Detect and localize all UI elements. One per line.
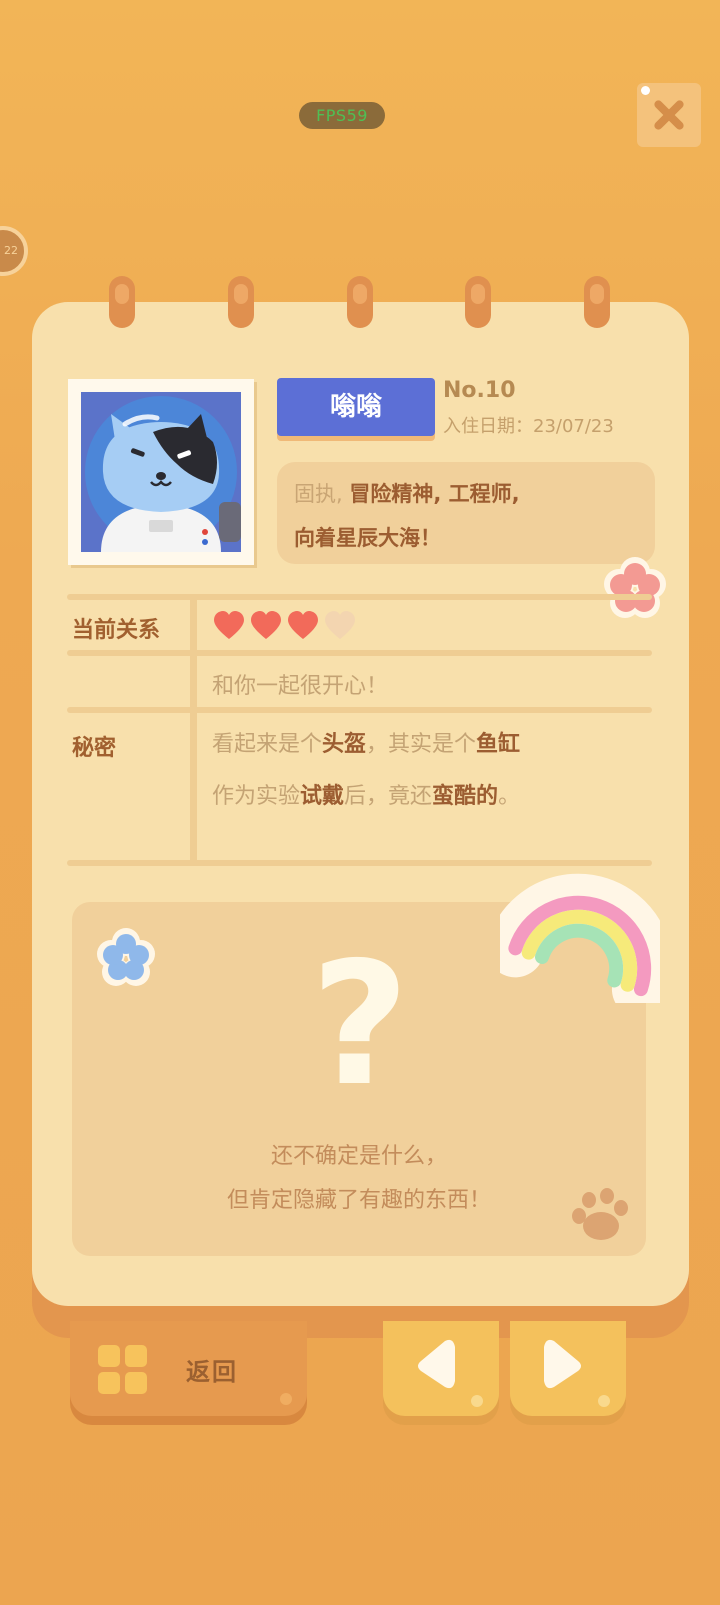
cat-number: No.10 (443, 378, 516, 403)
motto-line: 向着星辰大海！ (294, 526, 441, 550)
secret-label: 秘密 (72, 736, 117, 761)
close-button-highlight (641, 86, 650, 95)
secret-line-2: 作为实验试戴后，竟还蛮酷的。 (212, 784, 521, 809)
mystery-line-2: 但肯定隐藏了有趣的东西！ (226, 1188, 491, 1213)
binder-ring (228, 276, 254, 328)
heart-empty-icon (325, 611, 355, 639)
cat-name-tag: 嗡嗡 (277, 378, 435, 436)
table-divider (67, 860, 652, 866)
cat-portrait (81, 392, 241, 552)
table-column-divider (190, 596, 197, 861)
question-mark: ? (310, 926, 410, 1124)
binder-ring (584, 276, 610, 328)
next-button[interactable] (510, 1321, 626, 1416)
prev-button[interactable] (383, 1321, 499, 1416)
secret-line-1: 看起来是个头盔，其实是个鱼缸 (212, 732, 521, 757)
side-badge[interactable]: 22 (0, 226, 28, 276)
heart-filled-icon (251, 611, 281, 639)
table-divider (67, 707, 652, 713)
back-button-label: 返回 (186, 1358, 238, 1386)
relationship-hearts (212, 611, 362, 641)
binder-ring (109, 276, 135, 328)
relation-label: 当前关系 (72, 618, 161, 643)
grid-icon (98, 1345, 149, 1396)
traits-line: 固执, 冒险精神, 工程师, (294, 482, 520, 506)
table-divider (67, 650, 652, 656)
paw-print-icon (565, 1186, 631, 1246)
fps-counter: FPS59 (299, 102, 385, 129)
mystery-line-1: 还不确定是什么， (270, 1144, 447, 1169)
heart-filled-icon (288, 611, 318, 639)
relation-note: 和你一起很开心！ (212, 674, 389, 699)
heart-filled-icon (214, 611, 244, 639)
blue-flower-sticker (96, 928, 156, 988)
arrow-left-icon (418, 1339, 483, 1407)
pink-flower-sticker (603, 556, 667, 620)
table-divider (67, 594, 652, 600)
move-in-date: 入住日期：23/07/23 (443, 416, 614, 437)
rainbow-sticker (486, 873, 674, 1019)
arrow-right-icon (544, 1339, 610, 1407)
binder-ring (465, 276, 491, 328)
button-dot (280, 1393, 292, 1405)
binder-ring (347, 276, 373, 328)
